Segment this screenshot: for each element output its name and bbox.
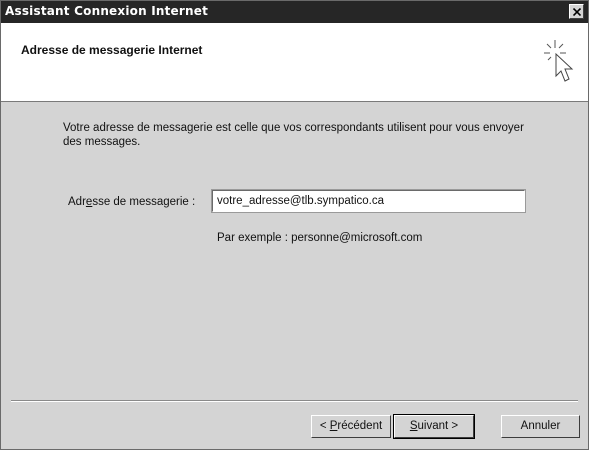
wizard-header: Adresse de messagerie Internet [1,23,588,102]
close-button[interactable] [569,4,584,19]
previous-button[interactable]: < Précédent [311,415,391,438]
email-field[interactable] [211,189,526,213]
window-title: Assistant Connexion Internet [5,4,209,18]
example-text: Par exemple : personne@microsoft.com [217,232,423,244]
wizard-content: Votre adresse de messagerie est celle qu… [1,102,588,400]
intro-text: Votre adresse de messagerie est celle qu… [63,122,524,148]
cancel-button[interactable]: Annuler [501,415,580,438]
page-title: Adresse de messagerie Internet [21,43,203,57]
title-bar[interactable]: Assistant Connexion Internet [1,1,588,23]
close-icon [573,8,581,16]
divider [11,400,578,402]
wizard-cursor-sparkle-icon [544,40,574,82]
next-button[interactable]: Suivant > [393,414,475,439]
wizard-window: Assistant Connexion Internet Adresse de … [0,0,589,450]
email-field-label: Adresse de messagerie : [68,196,196,208]
